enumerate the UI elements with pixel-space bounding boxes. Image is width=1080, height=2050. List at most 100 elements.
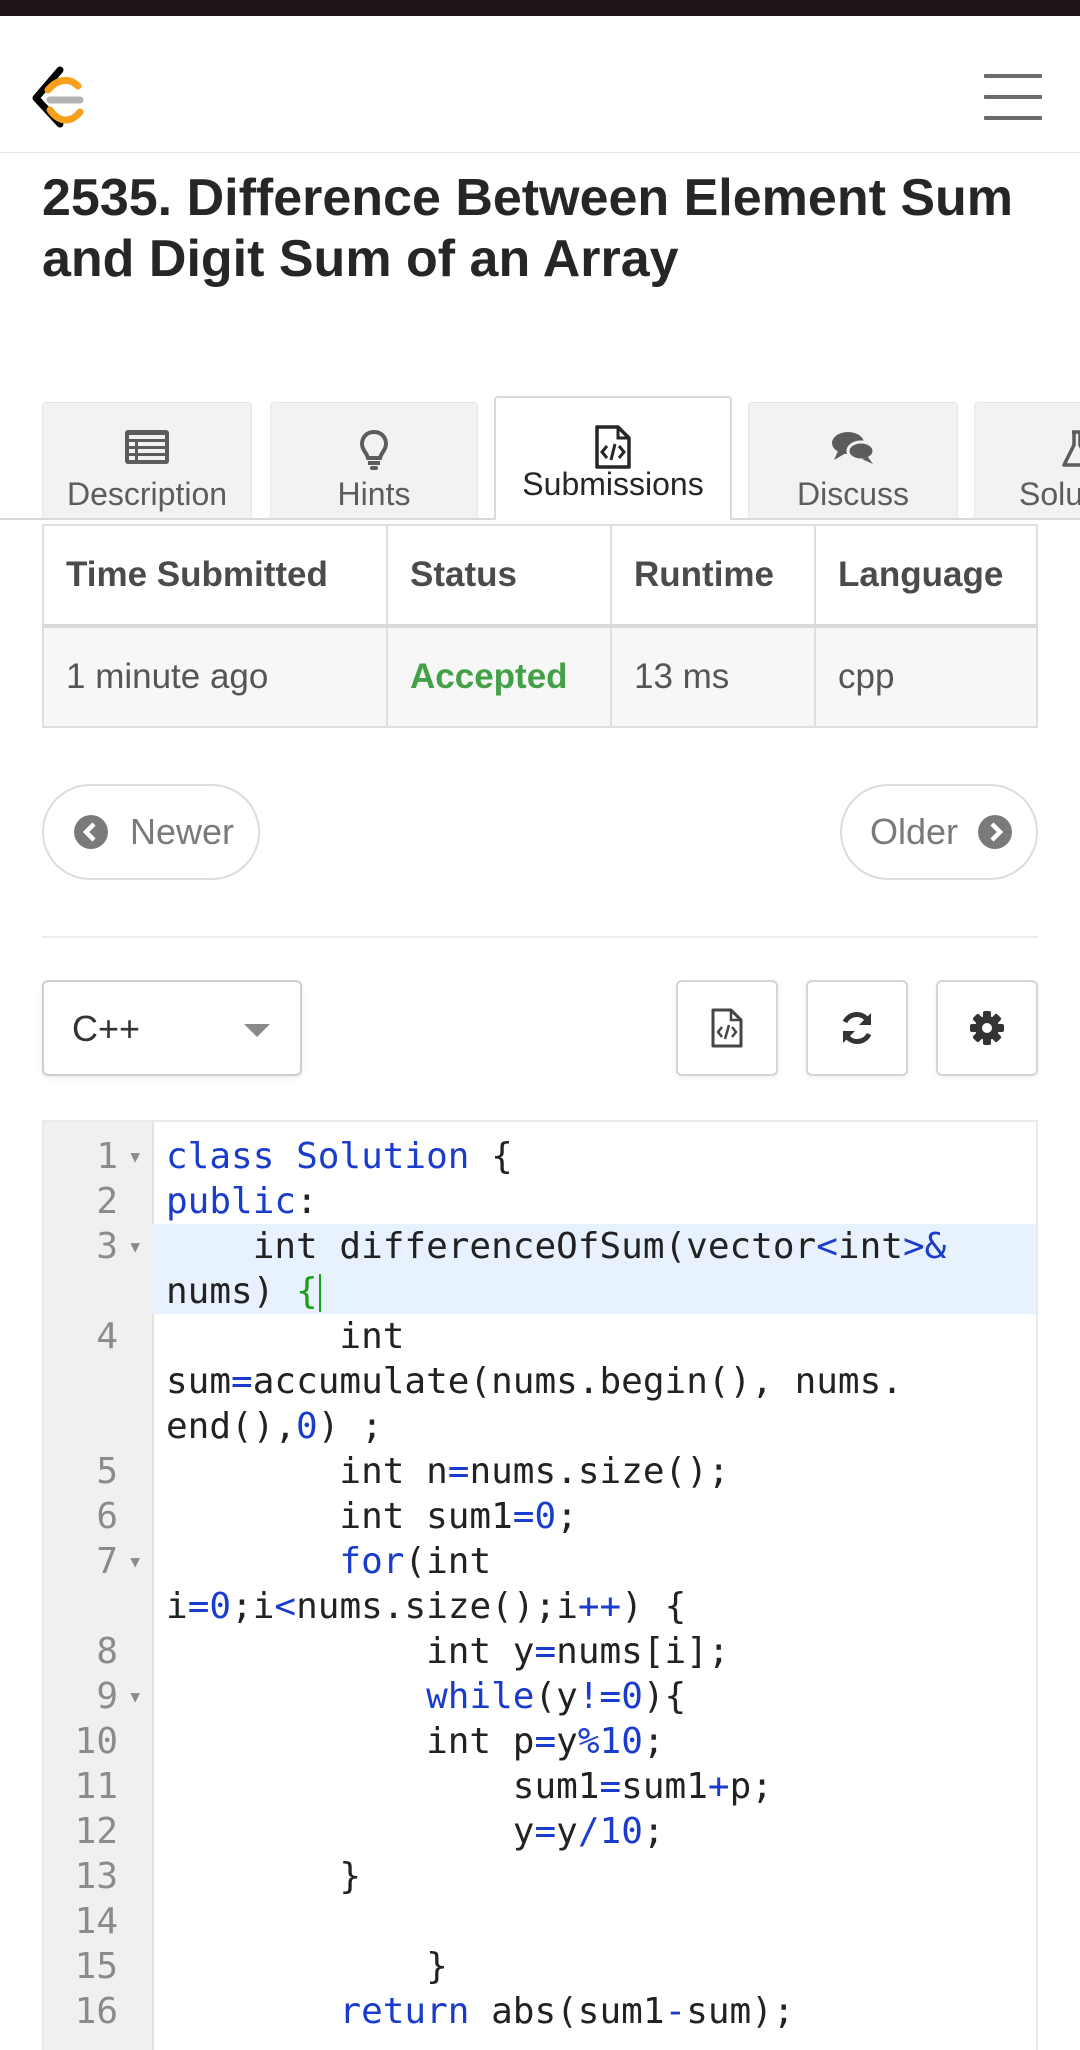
code-line: 11 sum1=sum1+p;	[44, 1764, 1036, 1809]
tab-label: Submissions	[522, 466, 704, 502]
code-line: 13 }	[44, 1854, 1036, 1899]
code-line: 2 public:	[44, 1179, 1036, 1224]
line-number: 3	[96, 1226, 118, 1267]
tab-hints[interactable]: Hints	[270, 402, 478, 518]
line-number: 1	[96, 1136, 118, 1177]
code-line: 1 ▼ class Solution {	[44, 1134, 1036, 1179]
table-row[interactable]: 1 minute ago Accepted 13 ms cpp	[42, 625, 1038, 728]
problem-title: 2535. Difference Between Element Sum and…	[42, 169, 1014, 288]
flask-icon	[1062, 430, 1080, 467]
line-content	[152, 1899, 1036, 1944]
tab-submissions[interactable]: Submissions	[494, 396, 732, 520]
older-label: Older	[870, 811, 959, 852]
line-number: 4	[96, 1316, 118, 1357]
code-lines: 1 ▼ class Solution { 2 public: 3 ▼ int dif…	[44, 1134, 1036, 2034]
code-line: 12 y=y/10;	[44, 1809, 1036, 1854]
code-file-icon	[595, 425, 631, 469]
code-line: 5 int n=nums.size();	[44, 1449, 1036, 1494]
code-line: 16 return abs(sum1-sum);	[44, 1989, 1036, 2034]
submissions-table: Time Submitted Status Runtime Language 1…	[42, 524, 1038, 728]
tab-discuss[interactable]: Discuss	[748, 402, 958, 518]
line-content: class Solution {	[166, 1136, 513, 1177]
table-header-row: Time Submitted Status Runtime Language	[42, 524, 1038, 628]
code-line: 6 int sum1=0;	[44, 1494, 1036, 1539]
status-cell[interactable]: Accepted	[386, 625, 612, 728]
line-content: }	[166, 1856, 362, 1897]
line-number: 13	[74, 1856, 118, 1897]
older-button[interactable]: Older	[840, 784, 1038, 880]
code-line: 7 ▼ for(int i=0;i<nums.size();i++) {	[44, 1539, 1036, 1629]
line-number: 8	[96, 1631, 118, 1672]
tab-label: Discuss	[796, 476, 909, 512]
newer-label: Newer	[130, 811, 235, 852]
column-header: Status	[386, 524, 612, 628]
line-content: sum1=sum1+p;	[166, 1766, 773, 1807]
line-number: 2	[96, 1181, 118, 1222]
line-content: int y=nums[i];	[166, 1631, 730, 1672]
line-content: int differenceOfSum(vector<int>& nums) {	[166, 1226, 947, 1312]
description-icon	[125, 430, 169, 464]
fold-arrow-icon[interactable]: ▼	[130, 1134, 140, 1179]
line-content: int p=y%10;	[166, 1721, 665, 1762]
settings-button[interactable]	[936, 980, 1038, 1076]
line-number: 15	[74, 1946, 118, 1987]
time-submitted-cell: 1 minute ago	[42, 625, 388, 728]
chevron-down-icon	[244, 1024, 270, 1037]
line-number: 7	[96, 1541, 118, 1582]
line-number: 14	[74, 1901, 118, 1942]
lightbulb-icon	[359, 429, 389, 470]
line-number: 9	[96, 1676, 118, 1717]
line-content: int sum=accumulate(nums.begin(), nums. e…	[166, 1316, 903, 1447]
chat-bubbles-icon	[832, 432, 876, 464]
code-file-icon	[711, 1008, 743, 1048]
leetcode-logo[interactable]	[30, 66, 90, 130]
line-number: 12	[74, 1811, 118, 1852]
fold-arrow-icon[interactable]: ▼	[130, 1539, 140, 1584]
line-number: 16	[74, 1991, 118, 2032]
line-number: 10	[74, 1721, 118, 1762]
line-content: public:	[166, 1181, 318, 1222]
language-select[interactable]: C++	[42, 980, 302, 1076]
tab-label: Solu	[1019, 476, 1080, 512]
line-content: int n=nums.size();	[166, 1451, 730, 1492]
code-line: 15 }	[44, 1944, 1036, 1989]
column-header: Runtime	[610, 524, 816, 628]
reset-code-button[interactable]	[806, 980, 908, 1076]
line-content: while(y!=0){	[426, 1676, 687, 1717]
refresh-icon	[842, 1012, 872, 1044]
language-cell: cpp	[814, 625, 1038, 728]
code-line: 9 ▼ while(y!=0){	[44, 1674, 1036, 1719]
tab-label: Hints	[337, 476, 411, 512]
line-content: for(int i=0;i<nums.size();i++) {	[166, 1541, 687, 1627]
code-line: 14	[44, 1899, 1036, 1944]
code-line: 10 int p=y%10;	[44, 1719, 1036, 1764]
line-number: 11	[74, 1766, 118, 1807]
line-content: int sum1=0;	[166, 1496, 578, 1537]
code-file-button[interactable]	[676, 980, 778, 1076]
chevron-right-icon	[978, 815, 1013, 849]
newer-button[interactable]: Newer	[42, 784, 260, 880]
fold-arrow-icon[interactable]: ▼	[130, 1674, 140, 1719]
section-divider	[42, 936, 1038, 938]
tab-label: Description	[66, 476, 228, 512]
problem-tabs: Description Hints Submissions Discuss So…	[0, 396, 1080, 520]
status-bar	[0, 0, 1080, 16]
tab-description[interactable]: Description	[42, 402, 252, 518]
code-editor[interactable]: 1 ▼ class Solution { 2 public: 3 ▼ int dif…	[42, 1120, 1038, 2050]
column-header: Time Submitted	[42, 524, 388, 628]
code-line: 8 int y=nums[i];	[44, 1629, 1036, 1674]
chevron-left-icon	[74, 815, 108, 849]
hamburger-menu-icon[interactable]	[984, 74, 1042, 122]
fold-arrow-icon[interactable]: ▼	[130, 1224, 140, 1269]
code-line: 4 int sum=accumulate(nums.begin(), nums.…	[44, 1314, 1036, 1449]
line-number: 5	[96, 1451, 118, 1492]
runtime-cell: 13 ms	[610, 625, 816, 728]
line-content: y=y/10;	[166, 1811, 665, 1852]
tab-solution[interactable]: Solu	[974, 402, 1080, 518]
line-content: return abs(sum1-sum);	[339, 1991, 795, 2032]
column-header: Language	[814, 524, 1038, 628]
line-content: }	[166, 1946, 448, 1987]
code-line-active: 3 ▼ int differenceOfSum(vector<int>& nums…	[44, 1224, 1036, 1314]
selected-language: C++	[72, 1008, 141, 1049]
line-number: 6	[96, 1496, 118, 1537]
